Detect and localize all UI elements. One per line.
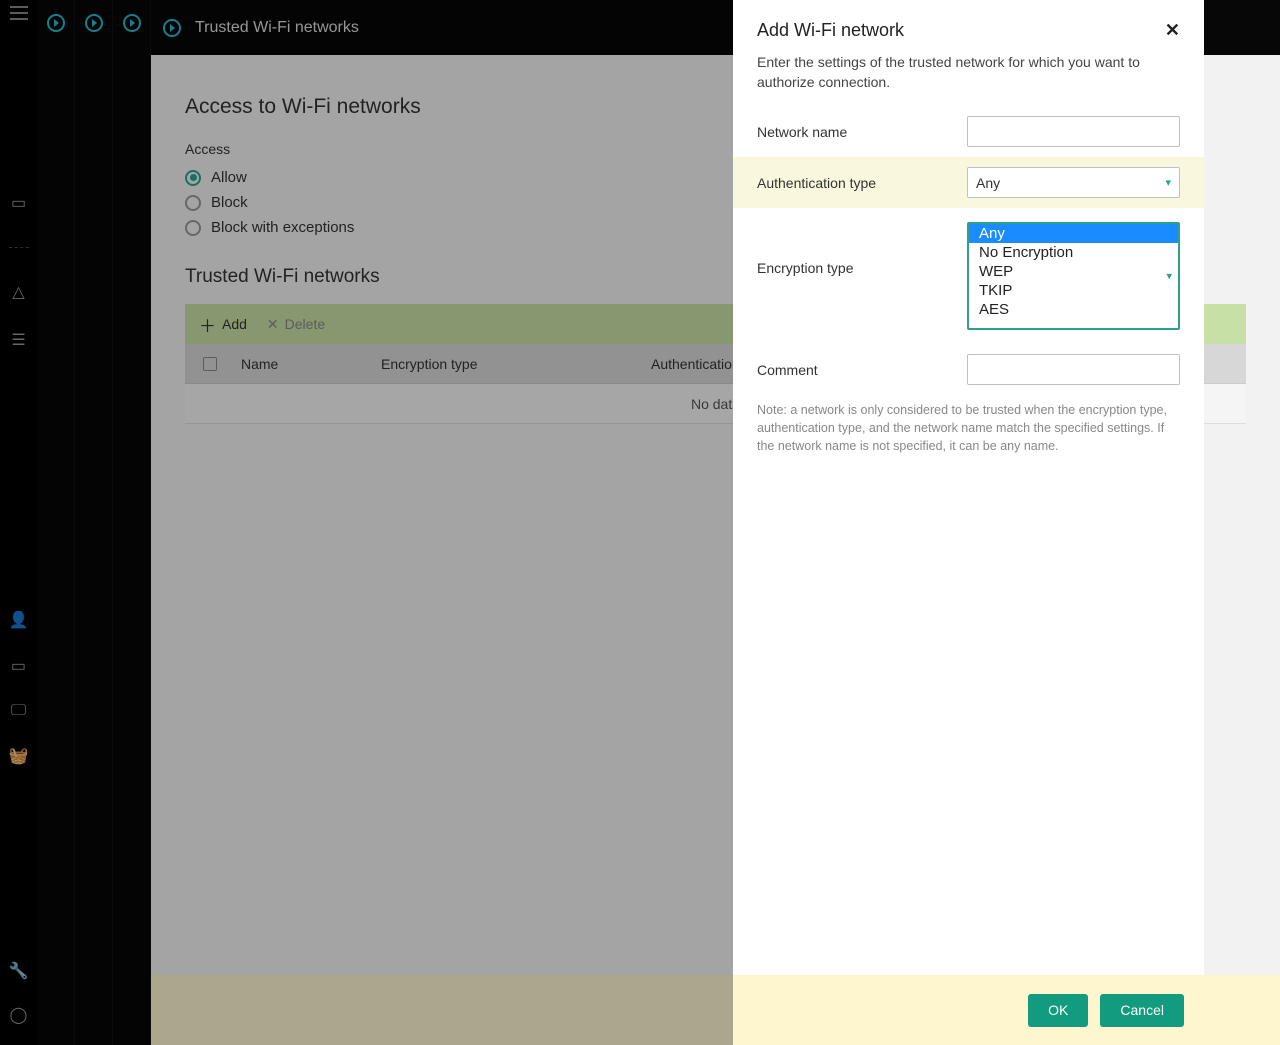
nav-rail: ▭ △ ☰ 👤 ▭ 🖵 🧺 🔧 ◯ (0, 0, 37, 1045)
dashboard-icon[interactable]: ▭ (11, 193, 26, 213)
radio-allow-label: Allow (211, 169, 247, 186)
devices-icon[interactable]: ▭ (11, 656, 26, 676)
users-icon[interactable]: 👤 (9, 610, 29, 630)
close-icon[interactable]: ✕ (1165, 20, 1180, 41)
account-icon[interactable]: ◯ (10, 1005, 28, 1025)
panel-note: Note: a network is only considered to be… (733, 395, 1204, 461)
auth-type-value: Any (976, 175, 1000, 191)
ok-button[interactable]: OK (1028, 994, 1088, 1027)
breadcrumb-col-3[interactable] (113, 0, 151, 1045)
chevron-down-icon: ▾ (1165, 176, 1171, 189)
radio-block-exceptions-label: Block with exceptions (211, 219, 354, 236)
row-comment: Comment (733, 344, 1204, 395)
col-encryption: Encryption type (381, 356, 651, 372)
cancel-button[interactable]: Cancel (1100, 994, 1184, 1027)
menu-icon[interactable] (10, 6, 28, 23)
row-encryption-type: Encryption type AnyNo EncryptionWEPTKIPA… (733, 208, 1204, 344)
input-network-name[interactable] (967, 116, 1180, 147)
panel-subtitle: Enter the settings of the trusted networ… (733, 45, 1204, 106)
label-comment: Comment (757, 362, 967, 378)
add-button[interactable]: ＋ Add (199, 312, 247, 337)
breadcrumb-col-1[interactable] (37, 0, 75, 1045)
input-comment[interactable] (967, 354, 1180, 385)
row-network-name: Network name (733, 106, 1204, 157)
col-name: Name (241, 356, 381, 372)
delete-button: ✕ Delete (267, 316, 325, 333)
encryption-option[interactable]: TKIP (969, 281, 1178, 300)
panel-footer: OK Cancel (733, 975, 1204, 1045)
page-title: Trusted Wi-Fi networks (195, 19, 359, 37)
settings-icon[interactable]: 🔧 (9, 961, 29, 981)
encryption-option[interactable]: No Encryption (969, 243, 1178, 262)
encryption-option[interactable]: WEP (969, 262, 1178, 281)
add-label: Add (222, 316, 247, 332)
label-encryption-type: Encryption type (757, 222, 967, 276)
radio-block-label: Block (211, 194, 248, 211)
label-network-name: Network name (757, 124, 967, 140)
row-auth-type: Authentication type Any ▾ (733, 157, 1204, 208)
chevron-circle-icon (47, 14, 65, 32)
delete-label: Delete (285, 316, 325, 332)
side-panel-add-wifi: Add Wi-Fi network ✕ Enter the settings o… (733, 0, 1204, 1045)
chevron-circle-icon (163, 19, 181, 37)
encryption-option[interactable]: AES (969, 300, 1178, 319)
label-auth-type: Authentication type (757, 175, 967, 191)
monitor-icon[interactable]: 🖵 (11, 702, 26, 720)
select-auth-type[interactable]: Any ▾ (967, 167, 1180, 198)
divider (9, 247, 29, 248)
select-all-checkbox[interactable] (203, 357, 217, 371)
chevron-circle-icon (123, 14, 141, 32)
panel-title: Add Wi-Fi network (757, 20, 904, 41)
alert-icon[interactable]: △ (12, 282, 24, 302)
listbox-encryption-type[interactable]: AnyNo EncryptionWEPTKIPAES (967, 222, 1180, 330)
breadcrumb-col-2[interactable] (75, 0, 113, 1045)
basket-icon[interactable]: 🧺 (9, 746, 29, 766)
encryption-option[interactable]: Any (969, 224, 1178, 243)
plus-icon: ＋ (199, 312, 216, 337)
chevron-circle-icon (85, 14, 103, 32)
list-icon[interactable]: ☰ (11, 330, 25, 350)
x-icon: ✕ (267, 316, 279, 333)
